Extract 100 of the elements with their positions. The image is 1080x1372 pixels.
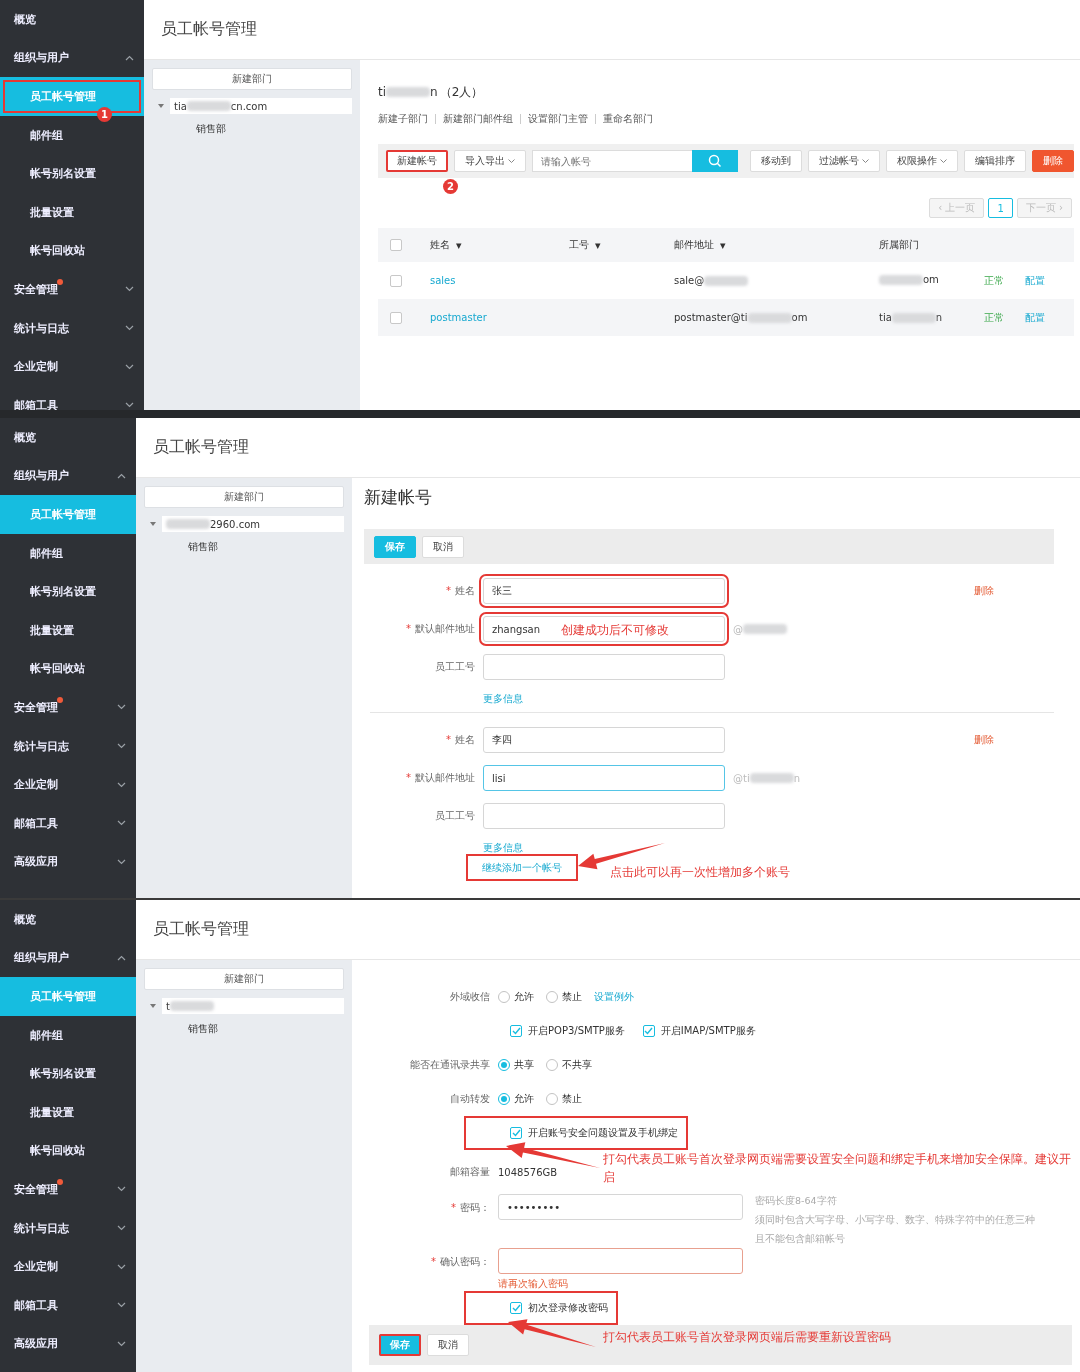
department-link[interactable]: 新建子部门 bbox=[378, 112, 428, 126]
toolbar-button[interactable]: 过滤帐号 bbox=[808, 150, 880, 172]
new-department-button[interactable]: 新建部门 bbox=[144, 486, 344, 508]
field-label: 确认密码： bbox=[440, 1256, 490, 1267]
column-header[interactable]: 工号 bbox=[569, 238, 589, 252]
checkbox[interactable] bbox=[510, 1127, 522, 1139]
checkbox[interactable] bbox=[390, 239, 402, 251]
toolbar-button[interactable]: 编辑排序 bbox=[964, 150, 1026, 172]
input-field[interactable]: 李四 bbox=[483, 727, 725, 753]
department-link[interactable]: 设置部门主管 bbox=[528, 112, 588, 126]
new-department-button[interactable]: 新建部门 bbox=[152, 68, 352, 90]
toolbar-button[interactable]: 移动到 bbox=[750, 150, 802, 172]
sidebar-item[interactable]: 安全管理 bbox=[0, 270, 144, 309]
password-field[interactable] bbox=[498, 1248, 743, 1274]
column-header[interactable]: 所属部门 bbox=[879, 238, 919, 252]
sidebar-item[interactable]: 组织与用户 bbox=[0, 38, 144, 78]
sidebar-item[interactable]: 帐号回收站 bbox=[0, 649, 136, 689]
expand-icon[interactable] bbox=[150, 1003, 156, 1009]
checkbox[interactable] bbox=[510, 1302, 522, 1314]
tree-node[interactable]: 2960.com bbox=[162, 516, 344, 532]
expand-icon[interactable] bbox=[158, 103, 164, 109]
input-field[interactable] bbox=[483, 654, 725, 680]
search-button[interactable] bbox=[692, 150, 738, 172]
chevron-down-icon bbox=[117, 781, 126, 788]
sort-icon[interactable]: ▾ bbox=[456, 238, 462, 252]
sidebar-item[interactable]: 统计与日志 bbox=[0, 726, 136, 766]
sidebar-item[interactable]: 批量设置 bbox=[0, 1092, 136, 1132]
sidebar-item[interactable]: 批量设置 bbox=[0, 192, 144, 232]
sidebar-item[interactable]: 高级应用 bbox=[0, 842, 136, 882]
sort-icon[interactable]: ▾ bbox=[595, 238, 601, 252]
sidebar-item[interactable]: 安全管理 bbox=[0, 1170, 136, 1209]
chevron-down-icon bbox=[117, 1263, 126, 1270]
table-cell: om bbox=[791, 312, 808, 323]
step-badge: 2 bbox=[443, 179, 458, 194]
column-header[interactable]: 邮件地址 bbox=[674, 238, 714, 252]
field-label: 密码： bbox=[460, 1202, 490, 1213]
toolbar-button[interactable]: 权限操作 bbox=[886, 150, 958, 172]
checkbox-label: 开启POP3/SMTP服务 bbox=[528, 1024, 625, 1038]
sidebar-item[interactable]: 统计与日志 bbox=[0, 1208, 136, 1248]
sidebar-item[interactable]: 企业定制 bbox=[0, 1247, 136, 1286]
delete-link[interactable]: 删除 bbox=[974, 584, 994, 712]
sidebar-item[interactable]: 企业定制 bbox=[0, 765, 136, 804]
checkbox[interactable] bbox=[390, 274, 402, 287]
option-label: 禁止 bbox=[562, 1092, 582, 1106]
sidebar-item[interactable]: 企业定制 bbox=[0, 347, 144, 386]
field-label: 员工工号 bbox=[435, 661, 475, 672]
sidebar-item[interactable]: 帐号回收站 bbox=[0, 1131, 136, 1171]
tree-node[interactable]: 销售部 bbox=[144, 1022, 344, 1036]
sidebar-item[interactable]: 邮箱工具 bbox=[0, 385, 144, 410]
password-hint: 且不能包含邮箱帐号 bbox=[755, 1232, 846, 1246]
radio-button[interactable] bbox=[498, 1093, 510, 1105]
sidebar-item[interactable]: 邮件组 bbox=[0, 533, 136, 573]
password-field[interactable]: ••••••••• bbox=[498, 1194, 743, 1220]
toolbar-button[interactable]: 导入导出 bbox=[454, 150, 526, 172]
sidebar-item[interactable]: 邮箱工具 bbox=[0, 803, 136, 843]
radio-button[interactable] bbox=[498, 991, 510, 1003]
sidebar-item[interactable]: 概览 bbox=[0, 418, 136, 457]
checkbox[interactable] bbox=[642, 1025, 655, 1037]
radio-button[interactable] bbox=[498, 1059, 510, 1071]
input-field[interactable]: lisi bbox=[483, 765, 725, 791]
tree-node[interactable]: t bbox=[162, 998, 344, 1014]
sidebar-item[interactable]: 帐号回收站 bbox=[0, 231, 144, 271]
toolbar-button[interactable]: 取消 bbox=[422, 535, 464, 558]
toolbar-button[interactable]: 新建帐号 bbox=[386, 150, 448, 172]
sidebar-item[interactable]: 帐号别名设置 bbox=[0, 154, 144, 193]
sidebar-item[interactable]: 高级应用 bbox=[0, 1324, 136, 1364]
password-hint: 密码长度8-64字符 bbox=[755, 1194, 838, 1208]
sidebar-item[interactable]: 批量设置 bbox=[0, 610, 136, 650]
delete-link[interactable]: 删除 bbox=[974, 733, 994, 861]
chevron-down-icon bbox=[117, 704, 126, 711]
sort-icon[interactable]: ▾ bbox=[720, 238, 726, 252]
sidebar-item[interactable]: 安全管理 bbox=[0, 688, 136, 727]
expand-icon[interactable] bbox=[150, 521, 156, 527]
new-department-button[interactable]: 新建部门 bbox=[144, 968, 344, 990]
input-field[interactable] bbox=[483, 803, 725, 829]
sidebar-item[interactable]: 统计与日志 bbox=[0, 308, 144, 348]
tree-node[interactable]: tia cn.com bbox=[170, 98, 352, 114]
toolbar-button[interactable]: 取消 bbox=[427, 1334, 469, 1356]
sidebar-item[interactable]: 邮件组 bbox=[0, 1015, 136, 1055]
checkbox[interactable] bbox=[510, 1025, 522, 1037]
required-mark: * bbox=[431, 1256, 436, 1267]
domain-suffix: @ti bbox=[733, 772, 750, 784]
department-link[interactable]: 新建部门邮件组 bbox=[443, 112, 513, 126]
tree-node[interactable]: 销售部 bbox=[152, 122, 352, 136]
radio-button[interactable] bbox=[546, 1093, 558, 1105]
department-link[interactable]: 重命名部门 bbox=[603, 112, 653, 126]
checkbox[interactable] bbox=[390, 311, 402, 324]
sidebar-item[interactable]: 帐号别名设置 bbox=[0, 1054, 136, 1093]
sidebar-item[interactable]: 邮箱工具 bbox=[0, 1285, 136, 1325]
tree-node[interactable]: 销售部 bbox=[144, 540, 344, 554]
sidebar-item[interactable]: 组织与用户 bbox=[0, 456, 136, 496]
sidebar-item[interactable]: 概览 bbox=[0, 900, 136, 939]
column-header[interactable]: 姓名 bbox=[430, 238, 450, 252]
radio-button[interactable] bbox=[546, 991, 558, 1003]
sidebar-item[interactable]: 组织与用户 bbox=[0, 938, 136, 978]
sidebar-item[interactable]: 帐号别名设置 bbox=[0, 572, 136, 611]
sidebar-item[interactable]: 概览 bbox=[0, 0, 144, 39]
search-field[interactable]: 请输入帐号 bbox=[532, 150, 692, 172]
radio-button[interactable] bbox=[546, 1059, 558, 1071]
department-title: ti bbox=[378, 85, 387, 99]
